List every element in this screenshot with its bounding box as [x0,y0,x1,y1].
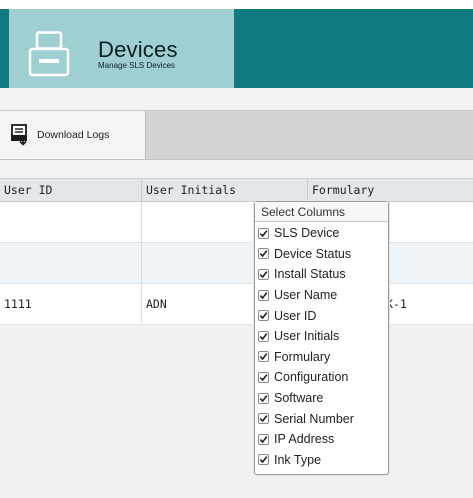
column-header-formulary[interactable]: Formulary [308,179,473,201]
cell-user-id [0,202,142,242]
checkbox[interactable] [258,392,269,404]
checkbox[interactable] [258,454,269,466]
checkbox[interactable] [258,310,269,322]
app-header: Devices Manage SLS Devices [0,0,473,88]
column-option-software[interactable]: Software [258,388,388,409]
checkbox[interactable] [258,330,269,342]
column-option-label: Configuration [274,370,349,385]
select-columns-popup: Select Columns SLS Device Device Status In… [254,201,389,475]
table-row[interactable]: 1111 ADN K-1 [0,284,473,325]
checkmark-icon [259,374,268,382]
column-option-label: Device Status [274,246,352,261]
toolbar: Download Logs [0,110,473,160]
device-printer-icon [28,31,70,77]
cell-extra: K-1 [386,297,407,311]
cell-extra [375,202,473,242]
checkbox[interactable] [258,433,269,445]
grid-header: User ID User Initials Formulary [0,178,473,202]
table-row[interactable] [0,243,473,284]
checkbox[interactable] [258,413,269,425]
checkmark-icon [259,229,268,237]
column-option-label: User Initials [274,329,340,344]
checkbox[interactable] [258,268,269,280]
column-option-configuration[interactable]: Configuration [258,367,388,388]
page-subtitle: Manage SLS Devices [98,61,175,70]
checkmark-icon [259,394,268,402]
cell-user-id [0,243,142,283]
column-option-label: SLS Device [274,226,340,241]
column-option-label: Formulary [274,349,331,364]
column-header-user-id[interactable]: User ID [0,179,142,201]
checkmark-icon [259,271,268,279]
checkbox[interactable] [258,227,269,239]
checkmark-icon [259,250,268,258]
column-option-serial-number[interactable]: Serial Number [258,408,388,429]
checkmark-icon [259,415,268,423]
grid-spacer [0,160,473,178]
column-option-label: Ink Type [274,452,322,467]
checkbox[interactable] [258,371,269,383]
checkmark-icon [259,312,268,320]
checkmark-icon [259,353,268,361]
table-row[interactable] [0,202,473,243]
checkmark-icon [259,291,268,299]
header-spacer [0,88,473,110]
cell-user-id: 1111 [0,284,142,324]
column-option-label: User Name [274,288,338,303]
toolbar-empty-area [146,111,473,159]
column-option-formulary[interactable]: Formulary [258,347,388,368]
checkmark-icon [259,332,268,340]
column-option-install-status[interactable]: Install Status [258,264,388,285]
column-option-device-status[interactable]: Device Status [258,244,388,265]
column-option-user-id[interactable]: User ID [258,305,388,326]
column-header-user-initials[interactable]: User Initials [142,179,308,201]
checkbox[interactable] [258,248,269,260]
download-logs-button[interactable]: Download Logs [0,111,146,159]
column-option-user-name[interactable]: User Name [258,285,388,306]
download-logs-label: Download Logs [37,129,110,141]
checkbox[interactable] [258,289,269,301]
column-option-ip-address[interactable]: IP Address [258,429,388,450]
column-option-ink-type[interactable]: Ink Type [258,450,388,471]
column-option-label: Serial Number [274,411,354,426]
column-option-user-initials[interactable]: User Initials [258,326,388,347]
checkmark-icon [259,435,268,443]
column-option-label: Software [274,391,324,406]
column-option-label: IP Address [274,432,335,447]
select-columns-title: Select Columns [255,202,388,222]
column-option-label: User ID [274,308,317,323]
grid-body: 1111 ADN K-1 [0,202,473,498]
page-title: Devices [98,37,178,62]
cell-extra [375,243,473,283]
download-logs-icon [11,124,27,146]
column-option-label: Install Status [274,267,346,282]
column-option-sls-device[interactable]: SLS Device [258,223,388,244]
checkbox[interactable] [258,351,269,363]
checkmark-icon [259,456,268,464]
devices-module-tile[interactable]: Devices Manage SLS Devices [9,9,234,88]
